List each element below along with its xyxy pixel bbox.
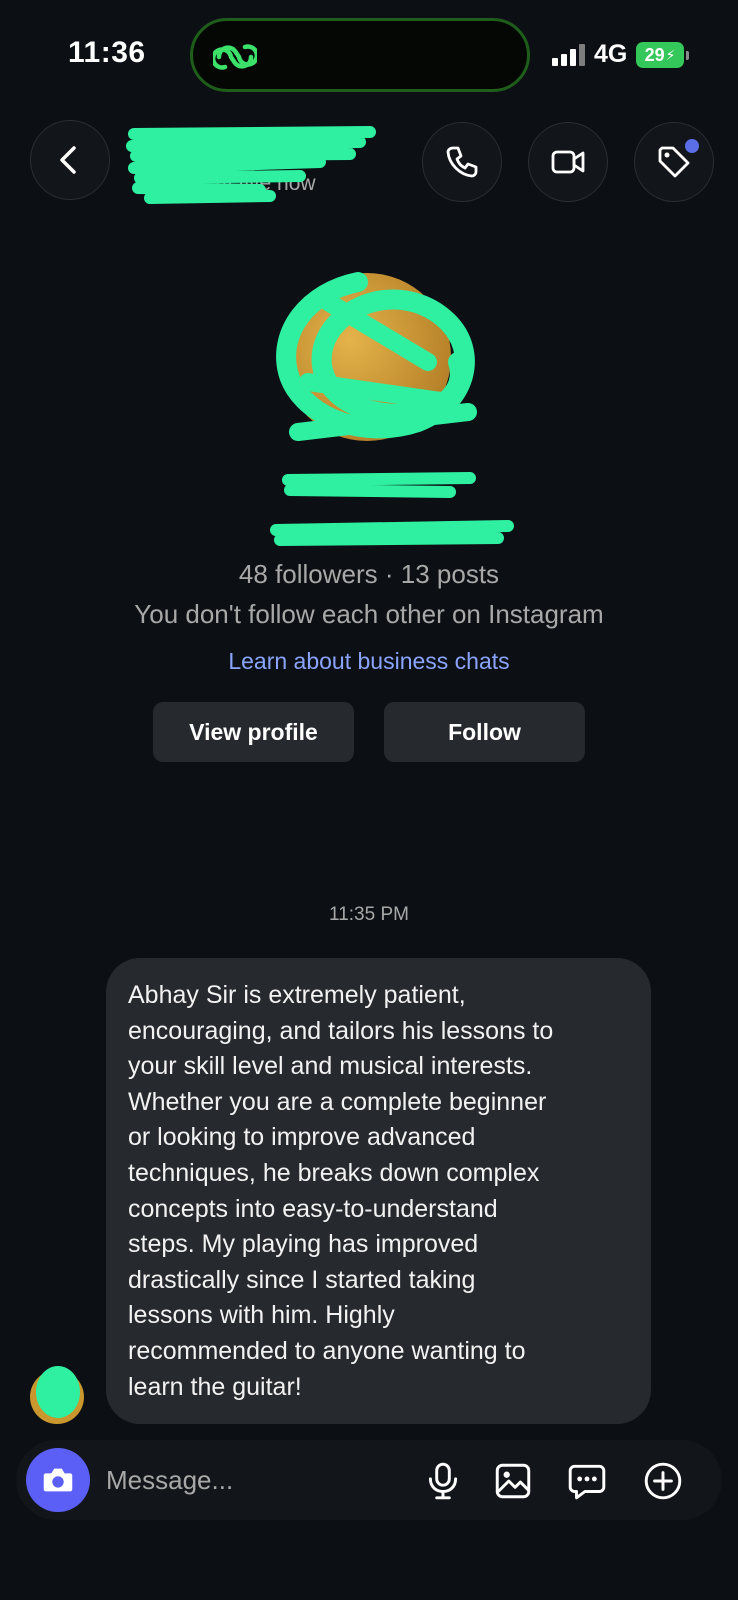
back-chevron-icon <box>60 146 76 174</box>
charging-bolt-icon: ⚡ <box>665 46 676 63</box>
profile-stats: 48 followers · 13 posts <box>238 559 500 589</box>
redaction-scribble <box>270 520 514 546</box>
voice-message-button[interactable] <box>420 1458 466 1504</box>
gallery-button[interactable] <box>490 1458 536 1504</box>
message-line: Whether you are a complete beginner <box>128 1087 547 1116</box>
audio-call-button[interactable] <box>422 122 502 202</box>
redaction-scribble <box>282 472 476 498</box>
notification-dot <box>685 139 699 153</box>
message-bubble[interactable]: Abhay Sir is extremely patient, encourag… <box>106 958 651 1424</box>
network-label: 4G <box>594 40 628 68</box>
add-button[interactable] <box>640 1458 686 1504</box>
message-line: concepts into easy-to-understand <box>128 1194 498 1223</box>
follow-button[interactable]: Follow <box>384 702 585 762</box>
message-line: Abhay Sir is extremely patient, <box>128 981 466 1009</box>
video-call-button[interactable] <box>528 122 608 202</box>
message-line: recommended to anyone wanting to <box>128 1336 526 1365</box>
sticker-icon <box>568 1464 606 1500</box>
message-line: lessons with him. Highly <box>128 1301 395 1330</box>
message-input[interactable] <box>106 1460 396 1500</box>
message-line: learn the guitar! <box>128 1372 302 1401</box>
link-activity-icon <box>213 44 257 70</box>
header-active-status: Active now <box>214 172 316 195</box>
gallery-icon <box>495 1463 531 1499</box>
active-status-dot <box>186 180 200 194</box>
message-line: techniques, he breaks down complex <box>128 1158 540 1187</box>
profile-avatar[interactable] <box>283 273 451 441</box>
message-line: or looking to improve advanced <box>128 1123 476 1152</box>
message-line: drastically since I started taking <box>128 1265 476 1294</box>
battery-icon: 29 ⚡ <box>636 42 689 68</box>
header-avatar[interactable] <box>136 134 192 190</box>
dynamic-island <box>190 18 530 92</box>
message-line: encouraging, and tailors his lessons to <box>128 1016 554 1045</box>
back-button[interactable] <box>30 120 110 200</box>
business-chats-link[interactable]: Learn about business chats <box>0 648 738 675</box>
camera-button[interactable] <box>26 1448 90 1512</box>
mutual-follow-status: You don't follow each other on Instagram <box>134 599 604 629</box>
sender-avatar[interactable] <box>30 1370 84 1424</box>
signal-icon <box>552 44 586 66</box>
message-line: your skill level and musical interests. <box>128 1052 533 1081</box>
camera-icon <box>43 1468 73 1492</box>
add-icon <box>644 1462 682 1500</box>
phone-icon <box>446 146 478 178</box>
sticker-button[interactable] <box>564 1458 610 1504</box>
label-button[interactable] <box>634 122 714 202</box>
microphone-icon <box>428 1462 458 1500</box>
message-line: steps. My playing has improved <box>128 1230 479 1259</box>
battery-level: 29 <box>644 44 665 65</box>
message-timestamp: 11:35 PM <box>329 904 409 925</box>
status-time: 11:36 <box>68 36 146 69</box>
video-camera-icon <box>551 150 585 174</box>
view-profile-button[interactable]: View profile <box>153 702 354 762</box>
